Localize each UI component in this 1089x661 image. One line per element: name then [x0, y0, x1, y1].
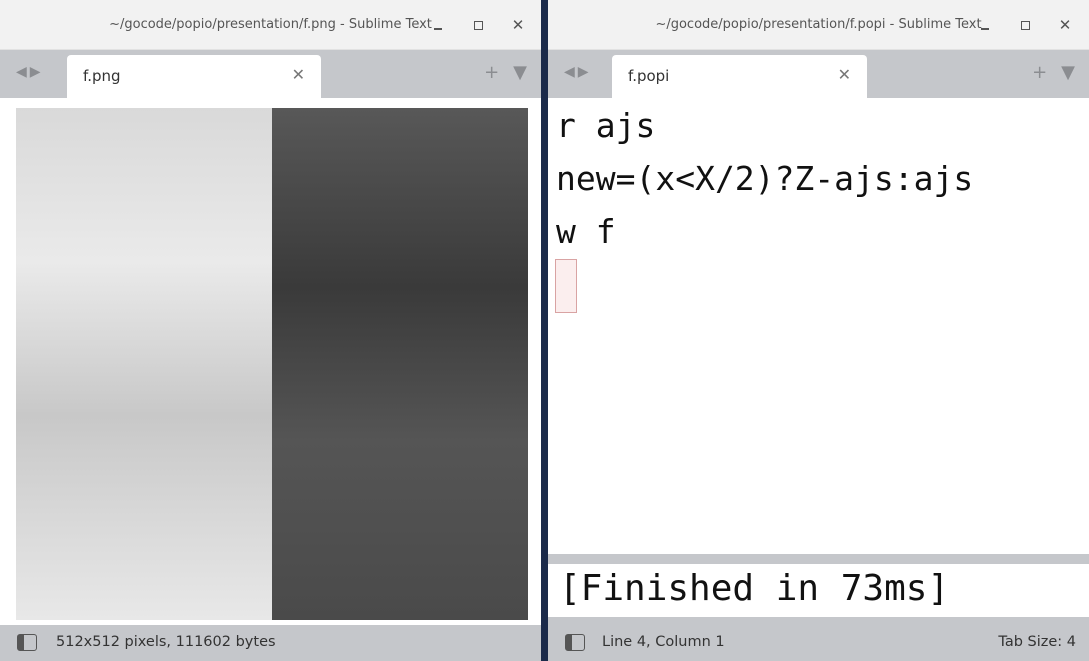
- status-bar: 512x512 pixels, 111602 bytes: [0, 625, 541, 661]
- code-editor[interactable]: r ajs new=(x<X/2)?Z-ajs:ajs w f: [548, 98, 1089, 554]
- original-half: [272, 108, 528, 620]
- output-separator[interactable]: [548, 554, 1089, 564]
- minimize-button[interactable]: [976, 16, 994, 34]
- code-line-1: r ajs: [556, 106, 656, 145]
- window-gap: [541, 0, 548, 661]
- plus-icon[interactable]: +: [1032, 62, 1047, 83]
- maximize-button[interactable]: [469, 16, 487, 34]
- sidebar-toggle-icon[interactable]: [17, 634, 37, 651]
- tab-bar: ◀▶ f.png ✕ + ▼: [0, 50, 541, 98]
- minimize-button[interactable]: [429, 16, 447, 34]
- close-icon[interactable]: ✕: [838, 65, 851, 84]
- code-line-2: new=(x<X/2)?Z-ajs:ajs: [556, 159, 974, 198]
- image-viewer-window: ~/gocode/popio/presentation/f.png - Subl…: [0, 0, 541, 661]
- tab-tools: + ▼: [470, 62, 527, 83]
- window-title: ~/gocode/popio/presentation/f.popi - Sub…: [655, 17, 982, 32]
- code-line-3: w f: [556, 212, 616, 251]
- tab-f-popi[interactable]: f.popi ✕: [612, 55, 867, 98]
- build-output-panel: [Finished in 73ms]: [551, 564, 1086, 617]
- image-area: [0, 98, 541, 625]
- tab-label: f.popi: [628, 67, 670, 85]
- tab-size-indicator[interactable]: Tab Size: 4: [998, 634, 1076, 650]
- left-right-arrows-icon[interactable]: ◀▶: [564, 64, 592, 80]
- window-title: ~/gocode/popio/presentation/f.png - Subl…: [109, 17, 432, 32]
- titlebar: ~/gocode/popio/presentation/f.png - Subl…: [0, 0, 541, 50]
- tab-f-png[interactable]: f.png ✕: [67, 55, 321, 98]
- current-line-cursor[interactable]: [555, 259, 577, 313]
- maximize-button[interactable]: [1016, 16, 1034, 34]
- close-window-button[interactable]: ✕: [1056, 16, 1074, 34]
- titlebar: ~/gocode/popio/presentation/f.popi - Sub…: [548, 0, 1089, 50]
- status-text: 512x512 pixels, 111602 bytes: [56, 634, 276, 650]
- editor-window: ~/gocode/popio/presentation/f.popi - Sub…: [548, 0, 1089, 661]
- chevron-down-icon[interactable]: ▼: [513, 62, 527, 83]
- tab-tools: + ▼: [1018, 62, 1075, 83]
- portrait-photo: [16, 108, 528, 620]
- close-icon[interactable]: ✕: [292, 65, 305, 84]
- tab-label: f.png: [83, 67, 121, 85]
- chevron-down-icon[interactable]: ▼: [1061, 62, 1075, 83]
- build-output-text: [Finished in 73ms]: [559, 568, 950, 609]
- plus-icon[interactable]: +: [484, 62, 499, 83]
- status-bar: Line 4, Column 1 Tab Size: 4: [548, 625, 1089, 661]
- output-panel-border: [548, 617, 1089, 625]
- tab-bar: ◀▶ f.popi ✕ + ▼: [548, 50, 1089, 98]
- inverted-half: [16, 108, 272, 620]
- cursor-position[interactable]: Line 4, Column 1: [602, 634, 725, 650]
- sidebar-toggle-icon[interactable]: [565, 634, 585, 651]
- left-right-arrows-icon[interactable]: ◀▶: [16, 64, 44, 80]
- close-window-button[interactable]: ✕: [509, 16, 527, 34]
